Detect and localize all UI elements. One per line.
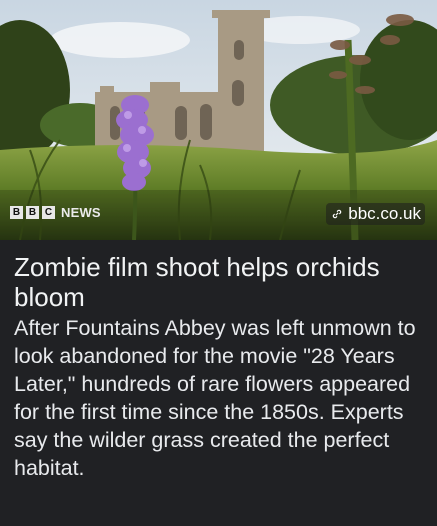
bbc-logo-letter: B	[26, 206, 39, 219]
link-icon	[333, 209, 342, 219]
news-wordmark: NEWS	[61, 205, 101, 220]
article-text: Zombie film shoot helps orchids bloom Af…	[14, 252, 426, 482]
source-link[interactable]: bbc.co.uk	[326, 203, 425, 225]
article-title[interactable]: Zombie film shoot helps orchids bloom	[14, 252, 426, 312]
article-hero-image[interactable]: B B C NEWS bbc.co.uk	[0, 0, 437, 240]
news-card[interactable]: B B C NEWS bbc.co.uk Zombie film shoot h…	[0, 0, 437, 526]
bbc-logo-letter: C	[42, 206, 55, 219]
bbc-logo-letter: B	[10, 206, 23, 219]
bbc-news-logo: B B C NEWS	[10, 205, 101, 220]
source-url[interactable]: bbc.co.uk	[348, 203, 421, 225]
article-summary: After Fountains Abbey was left unmown to…	[14, 316, 416, 480]
